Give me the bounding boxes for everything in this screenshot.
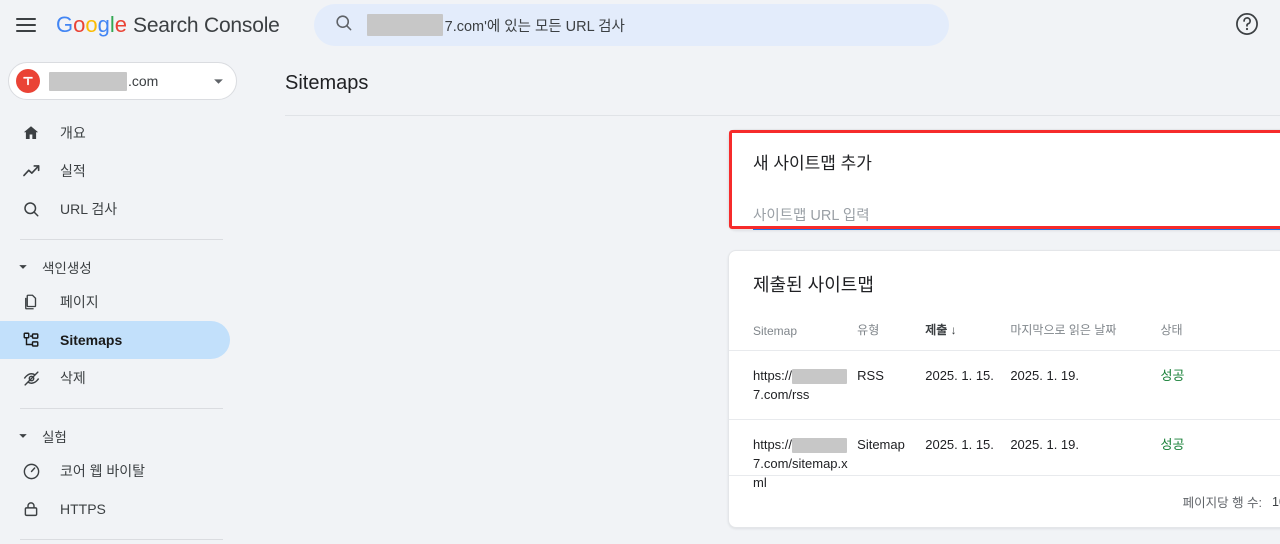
lock-icon — [20, 500, 42, 518]
sidebar-section-label: 색인생성 — [42, 261, 92, 276]
table-header-row: Sitemap 유형 제출 ↓ 마지막으로 읽은 날짜 상태 발견된 페이지 발… — [729, 311, 1280, 351]
triangle-down-icon — [18, 433, 34, 439]
column-header-pages-found[interactable]: 발견된 페이지 — [1239, 311, 1280, 351]
property-selector[interactable]: .com — [8, 62, 237, 100]
search-icon — [334, 13, 353, 37]
status-badge: 성공 — [1160, 437, 1185, 452]
page-header: Sitemaps — [253, 50, 1280, 95]
search-console-app: Google Search Console 7.com'에 있는 모든 URL … — [0, 0, 1280, 544]
sidebar-item-sitemaps[interactable]: Sitemaps — [0, 321, 230, 359]
redacted-domain — [49, 71, 127, 91]
search-value: 7.com'에 있는 모든 URL 검사 — [366, 14, 625, 36]
column-header-last-read[interactable]: 마지막으로 읽은 날짜 — [1010, 311, 1160, 351]
sidebar-item-label: 개요 — [60, 125, 86, 141]
property-domain-suffix: .com — [128, 73, 159, 89]
nav-primary: 개요 실적 URL 검사 색인생성 페이지 Sitemaps 삭제 실험 코어 … — [0, 114, 253, 544]
redacted-domain — [366, 14, 443, 36]
sitemap-icon — [20, 331, 42, 349]
redacted-domain — [792, 438, 848, 454]
table-row[interactable]: https:// 7.com/rss RSS 2025. 1. 15. 2025.… — [729, 350, 1280, 420]
sidebar-item-label: 삭제 — [60, 370, 86, 386]
column-header-submitted[interactable]: 제출 ↓ — [925, 311, 1010, 351]
sidebar-item-label: 페이지 — [60, 294, 99, 310]
sidebar-item-label: URL 검사 — [60, 201, 118, 217]
sidebar-item-label: 실적 — [60, 163, 86, 179]
sidebar-item-overview[interactable]: 개요 — [0, 114, 230, 152]
hamburger-icon[interactable] — [16, 12, 42, 38]
trending-up-icon — [20, 162, 42, 181]
sidebar-item-pages[interactable]: 페이지 — [0, 283, 230, 321]
sidebar-item-url-inspection[interactable]: URL 검사 — [0, 190, 230, 228]
pages-icon — [20, 293, 42, 311]
chevron-down-icon — [213, 72, 224, 90]
cell-status: 성공 — [1160, 350, 1239, 420]
add-sitemap-title: 새 사이트맵 추가 — [753, 154, 872, 173]
google-wordmark: Google — [56, 12, 128, 37]
cell-type: RSS — [857, 350, 926, 420]
sitemap-url-input[interactable] — [753, 208, 1280, 230]
column-header-status[interactable]: 상태 — [1161, 311, 1239, 351]
sidebar-section-experience[interactable]: 실험 — [0, 420, 253, 452]
main-content: Sitemaps 새 사이트맵 추가 제출 — [253, 50, 1280, 544]
sidebar-item-label: Sitemaps — [60, 332, 123, 348]
add-sitemap-card: 새 사이트맵 추가 제출 — [728, 129, 1280, 230]
sidebar-item-performance[interactable]: 실적 — [0, 152, 230, 190]
home-icon — [20, 124, 42, 142]
property-domain: .com — [49, 71, 213, 91]
eye-off-icon — [20, 369, 42, 388]
sidebar-item-removals[interactable]: 삭제 — [0, 359, 230, 397]
site-favicon — [16, 69, 40, 93]
sidebar-item-https[interactable]: HTTPS — [0, 490, 230, 528]
rows-per-page-value: 10 — [1272, 494, 1280, 509]
submitted-sitemaps-card: 제출된 사이트맵 Sitemap 유형 제출 ↓ 마지막으로 읽은 날짜 상태 … — [728, 250, 1280, 528]
pagination-bar: 페이지당 행 수: 10 총 2행 중 1~2 — [729, 475, 1280, 527]
submitted-sitemaps-title: 제출된 사이트맵 — [753, 275, 874, 295]
sidebar: .com 개요 실적 URL 검사 색인생성 페이지 Sitemaps 삭제 실… — [0, 50, 253, 544]
triangle-down-icon — [18, 264, 34, 270]
add-sitemap-field-row: 제출 — [753, 193, 1280, 230]
search-value-text: 7.com'에 있는 모든 URL 검사 — [444, 18, 625, 35]
sidebar-item-core-web-vitals[interactable]: 코어 웹 바이탈 — [0, 452, 230, 490]
redacted-domain — [792, 369, 848, 385]
brand-logo: Google Search Console — [56, 12, 280, 38]
rows-per-page-label: 페이지당 행 수: — [1182, 496, 1263, 510]
search-input[interactable]: 7.com'에 있는 모든 URL 검사 — [313, 4, 949, 46]
sidebar-item-label: HTTPS — [60, 501, 106, 517]
rows-per-page-select[interactable]: 10 — [1272, 495, 1280, 509]
product-name: Search Console — [133, 14, 280, 37]
status-badge: 성공 — [1160, 368, 1185, 383]
sidebar-divider — [20, 408, 223, 409]
content-area: 새 사이트맵 추가 제출 제출된 사이트맵 — [253, 116, 1280, 544]
add-sitemap-inner: 새 사이트맵 추가 제출 — [729, 130, 1280, 230]
top-bar: Google Search Console 7.com'에 있는 모든 URL … — [0, 0, 1280, 50]
column-header-sitemap[interactable]: Sitemap — [729, 311, 857, 351]
url-suffix: 7.com/rss — [753, 387, 810, 402]
speedometer-icon — [20, 462, 42, 481]
help-circle-icon[interactable] — [1234, 11, 1262, 39]
sidebar-section-indexing[interactable]: 색인생성 — [0, 251, 253, 283]
search-icon — [20, 200, 42, 218]
url-prefix: https:// — [753, 368, 793, 383]
sidebar-divider — [20, 239, 223, 240]
column-header-type[interactable]: 유형 — [857, 311, 925, 351]
submitted-sitemaps-header: 제출된 사이트맵 — [729, 251, 1280, 297]
sidebar-item-label: 코어 웹 바이탈 — [60, 463, 146, 479]
url-prefix: https:// — [753, 437, 793, 452]
sidebar-section-label: 실험 — [42, 430, 67, 445]
app-body: .com 개요 실적 URL 검사 색인생성 페이지 Sitemaps 삭제 실… — [0, 50, 1280, 544]
sidebar-divider — [20, 539, 223, 540]
cell-pages-found: 14 — [1238, 350, 1280, 420]
cell-submitted: 2025. 1. 15. — [925, 350, 1011, 420]
page-title: Sitemaps — [285, 72, 369, 94]
cell-sitemap-url[interactable]: https:// 7.com/rss — [729, 350, 858, 420]
cell-last-read: 2025. 1. 19. — [1010, 350, 1161, 420]
